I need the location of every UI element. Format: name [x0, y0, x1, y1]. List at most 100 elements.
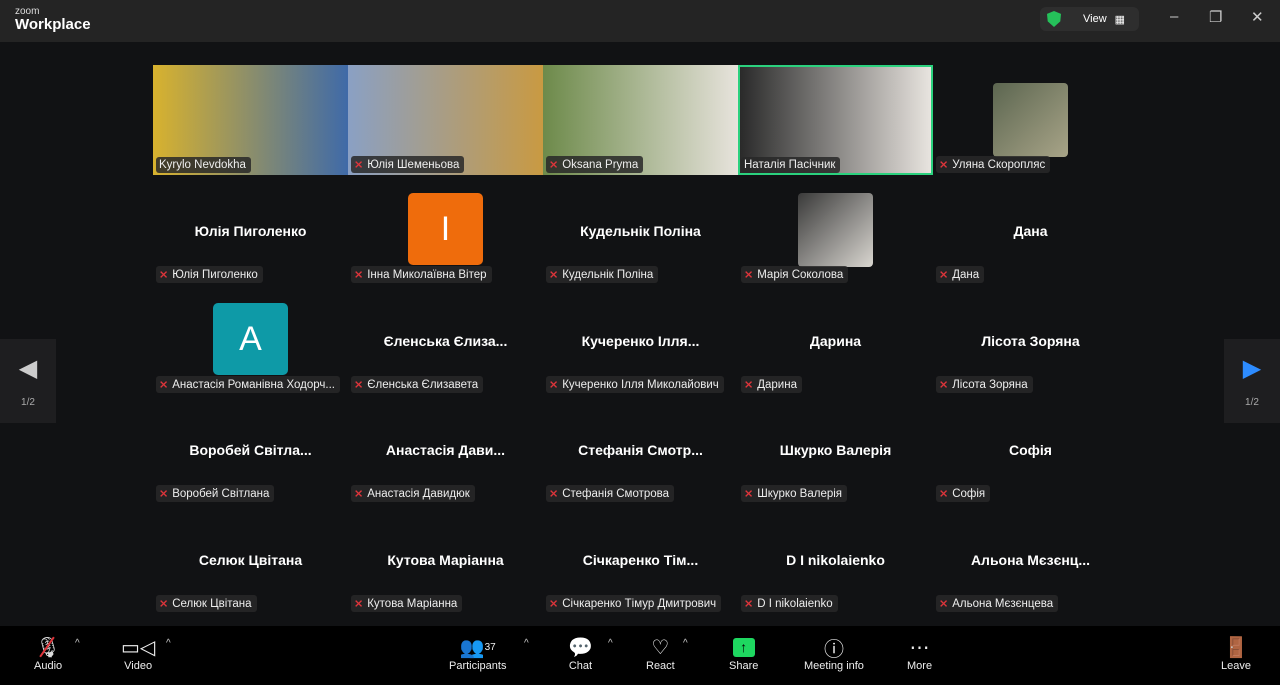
muted-microphone-icon: ⨯ [744, 488, 754, 500]
video-button[interactable]: ▭◁ Video [121, 634, 155, 673]
muted-microphone-icon: ⨯ [159, 269, 169, 281]
participant-tile[interactable]: ⨯ Oksana Pryma [543, 65, 738, 175]
participant-display-name: Воробей Світла... [189, 442, 312, 458]
participant-name-label: ⨯ Марія Соколова [741, 266, 849, 283]
share-label: Share [729, 660, 759, 672]
title-bar: zoom Workplace View ▦ – ❐ ✕ [0, 0, 1280, 42]
participant-display-name: Кудельнік Поліна [580, 223, 701, 239]
participant-name: Кудельнік Поліна [562, 268, 654, 281]
react-options-caret-icon[interactable]: ^ [683, 638, 688, 649]
participant-tile[interactable]: Анастасія Дави... ⨯ Анастасія Давидюк [348, 394, 543, 504]
view-label: View [1083, 13, 1107, 25]
participant-tile[interactable]: Альона Мєзєнц... ⨯ Альона Мєзєнцева [933, 504, 1128, 614]
security-shield-icon [1047, 11, 1061, 27]
audio-label: Audio [34, 660, 63, 672]
participant-name-label: ⨯ D I nikolaienko [741, 595, 838, 612]
participant-name: Січкаренко Тімур Дмитрович [562, 597, 717, 610]
participant-name-label: ⨯ Лісота Зоряна [936, 376, 1033, 393]
participant-name-label: ⨯ Селюк Цвітана [156, 595, 257, 612]
share-button[interactable]: ↑ Share [729, 634, 758, 672]
muted-microphone-icon: ⨯ [549, 269, 559, 281]
participant-video-thumbnail [993, 83, 1068, 157]
previous-page-button[interactable]: ◀ 1/2 [0, 339, 56, 423]
participant-count: 37 [484, 641, 496, 653]
participant-name-label: ⨯ Альона Мєзєнцева [936, 595, 1059, 612]
participant-name: Стефанія Смотрова [562, 487, 670, 500]
participant-tile[interactable]: Кутова Маріанна ⨯ Кутова Маріанна [348, 504, 543, 614]
participant-tile[interactable]: Селюк Цвітана ⨯ Селюк Цвітана [153, 504, 348, 614]
minimize-icon[interactable]: – [1170, 8, 1178, 25]
participants-label: Participants [449, 660, 507, 672]
grid-icon: ▦ [1114, 13, 1126, 26]
participant-name: Шкурко Валерія [757, 487, 843, 500]
chat-options-caret-icon[interactable]: ^ [608, 638, 613, 649]
participant-name-label: ⨯ Кучеренко Ілля Миколайович [546, 376, 724, 393]
muted-microphone-icon: ⨯ [159, 488, 169, 500]
leave-button[interactable]: 🚪 Leave [1221, 634, 1251, 673]
participant-tile[interactable]: ⨯ Уляна Скоропляс [933, 65, 1128, 175]
participant-tile[interactable]: Юлія Пиголенко ⨯ Юлія Пиголенко [153, 175, 348, 285]
chat-button[interactable]: 💬 Chat [568, 634, 593, 673]
participants-options-caret-icon[interactable]: ^ [524, 638, 529, 649]
close-icon[interactable]: ✕ [1251, 8, 1264, 26]
participant-tile[interactable]: I ⨯ Інна Миколаївна Вітер [348, 175, 543, 285]
participant-tile[interactable]: Наталія Пасічник [738, 65, 933, 175]
participant-tile[interactable]: A ⨯ Анастасія Романівна Ходорч... [153, 285, 348, 395]
view-button[interactable]: View ▦ [1040, 7, 1139, 31]
brand-name: Workplace [15, 16, 91, 33]
participant-name-label: ⨯ Інна Миколаївна Вітер [351, 266, 492, 283]
participant-name-label: ⨯ Юлія Шеменьова [351, 156, 465, 173]
muted-microphone-icon: ⨯ [939, 379, 949, 391]
participant-name: Oksana Pryma [562, 158, 639, 171]
restore-icon[interactable]: ❐ [1209, 8, 1222, 26]
participant-name: Альона Мєзєнцева [952, 597, 1054, 610]
participant-tile[interactable]: Шкурко Валерія ⨯ Шкурко Валерія [738, 394, 933, 504]
more-button[interactable]: ⋯ More [907, 634, 933, 673]
participant-name: Софія [952, 487, 986, 500]
participant-tile[interactable]: Воробей Світла... ⨯ Воробей Світлана [153, 394, 348, 504]
participant-tile[interactable]: Дана ⨯ Дана [933, 175, 1128, 285]
chat-icon: 💬 [568, 636, 593, 659]
participant-tile[interactable]: Софія ⨯ Софія [933, 394, 1128, 504]
gallery-view: ◀ 1/2 ▶ 1/2 Kyrylo Nevdokha ⨯ Юлія Шеменьо… [0, 42, 1280, 626]
participant-tile[interactable]: Kyrylo Nevdokha [153, 65, 348, 175]
participant-tile[interactable]: D I nikolaienko ⨯ D I nikolaienko [738, 504, 933, 614]
video-options-caret-icon[interactable]: ^ [166, 638, 171, 649]
muted-microphone-icon: ⨯ [549, 598, 559, 610]
participant-tile[interactable]: Кудельнік Поліна ⨯ Кудельнік Поліна [543, 175, 738, 285]
react-button[interactable]: ♡ React [646, 634, 675, 673]
participant-tile[interactable]: ⨯ Юлія Шеменьова [348, 65, 543, 175]
participant-display-name: D I nikolaienko [786, 552, 885, 568]
muted-microphone-icon: ⨯ [939, 159, 949, 171]
participant-tile[interactable]: Єленська Єлиза... ⨯ Єленська Єлизавета [348, 285, 543, 395]
participant-name-label: ⨯ Софія [936, 485, 991, 502]
next-page-button[interactable]: ▶ 1/2 [1224, 339, 1280, 423]
participants-button[interactable]: 👥 37 Participants [449, 634, 507, 673]
muted-microphone-icon: ⨯ [354, 269, 364, 281]
participant-display-name: Дана [1013, 223, 1048, 239]
participant-tile[interactable]: Кучеренко Ілля... ⨯ Кучеренко Ілля Миколай… [543, 285, 738, 395]
audio-options-caret-icon[interactable]: ^ [75, 638, 80, 649]
participant-name-label: ⨯ Єленська Єлизавета [351, 376, 484, 393]
participant-name: Наталія Пасічник [744, 159, 836, 171]
participant-name-label: Наталія Пасічник [741, 157, 841, 173]
participant-tile[interactable]: ⨯ Марія Соколова [738, 175, 933, 285]
right-arrow-icon: ▶ [1242, 355, 1262, 382]
meeting-info-button[interactable]: ⓘ Meeting info [804, 634, 864, 673]
participant-name: Анастасія Давидюк [367, 487, 470, 500]
participant-tile[interactable]: Лісота Зоряна ⨯ Лісота Зоряна [933, 285, 1128, 395]
participant-name: Кучеренко Ілля Миколайович [562, 378, 719, 391]
more-label: More [907, 660, 933, 672]
participant-name: Дана [952, 268, 980, 281]
video-label: Video [124, 660, 153, 672]
participant-name: D I nikolaienko [757, 597, 833, 610]
audio-button[interactable]: 🎙 Audio [34, 634, 63, 673]
participant-display-name: Кучеренко Ілля... [581, 333, 700, 349]
participant-tile[interactable]: Стефанія Смотр... ⨯ Стефанія Смотрова [543, 394, 738, 504]
participant-tile[interactable]: Дарина ⨯ Дарина [738, 285, 933, 395]
participant-tile[interactable]: Січкаренко Тім... ⨯ Січкаренко Тімур Дмитр… [543, 504, 738, 614]
participant-name: Воробей Світлана [172, 487, 270, 500]
participant-name-label: ⨯ Анастасія Давидюк [351, 485, 475, 502]
more-icon: ⋯ [909, 636, 930, 659]
participant-name: Кутова Маріанна [367, 597, 458, 610]
